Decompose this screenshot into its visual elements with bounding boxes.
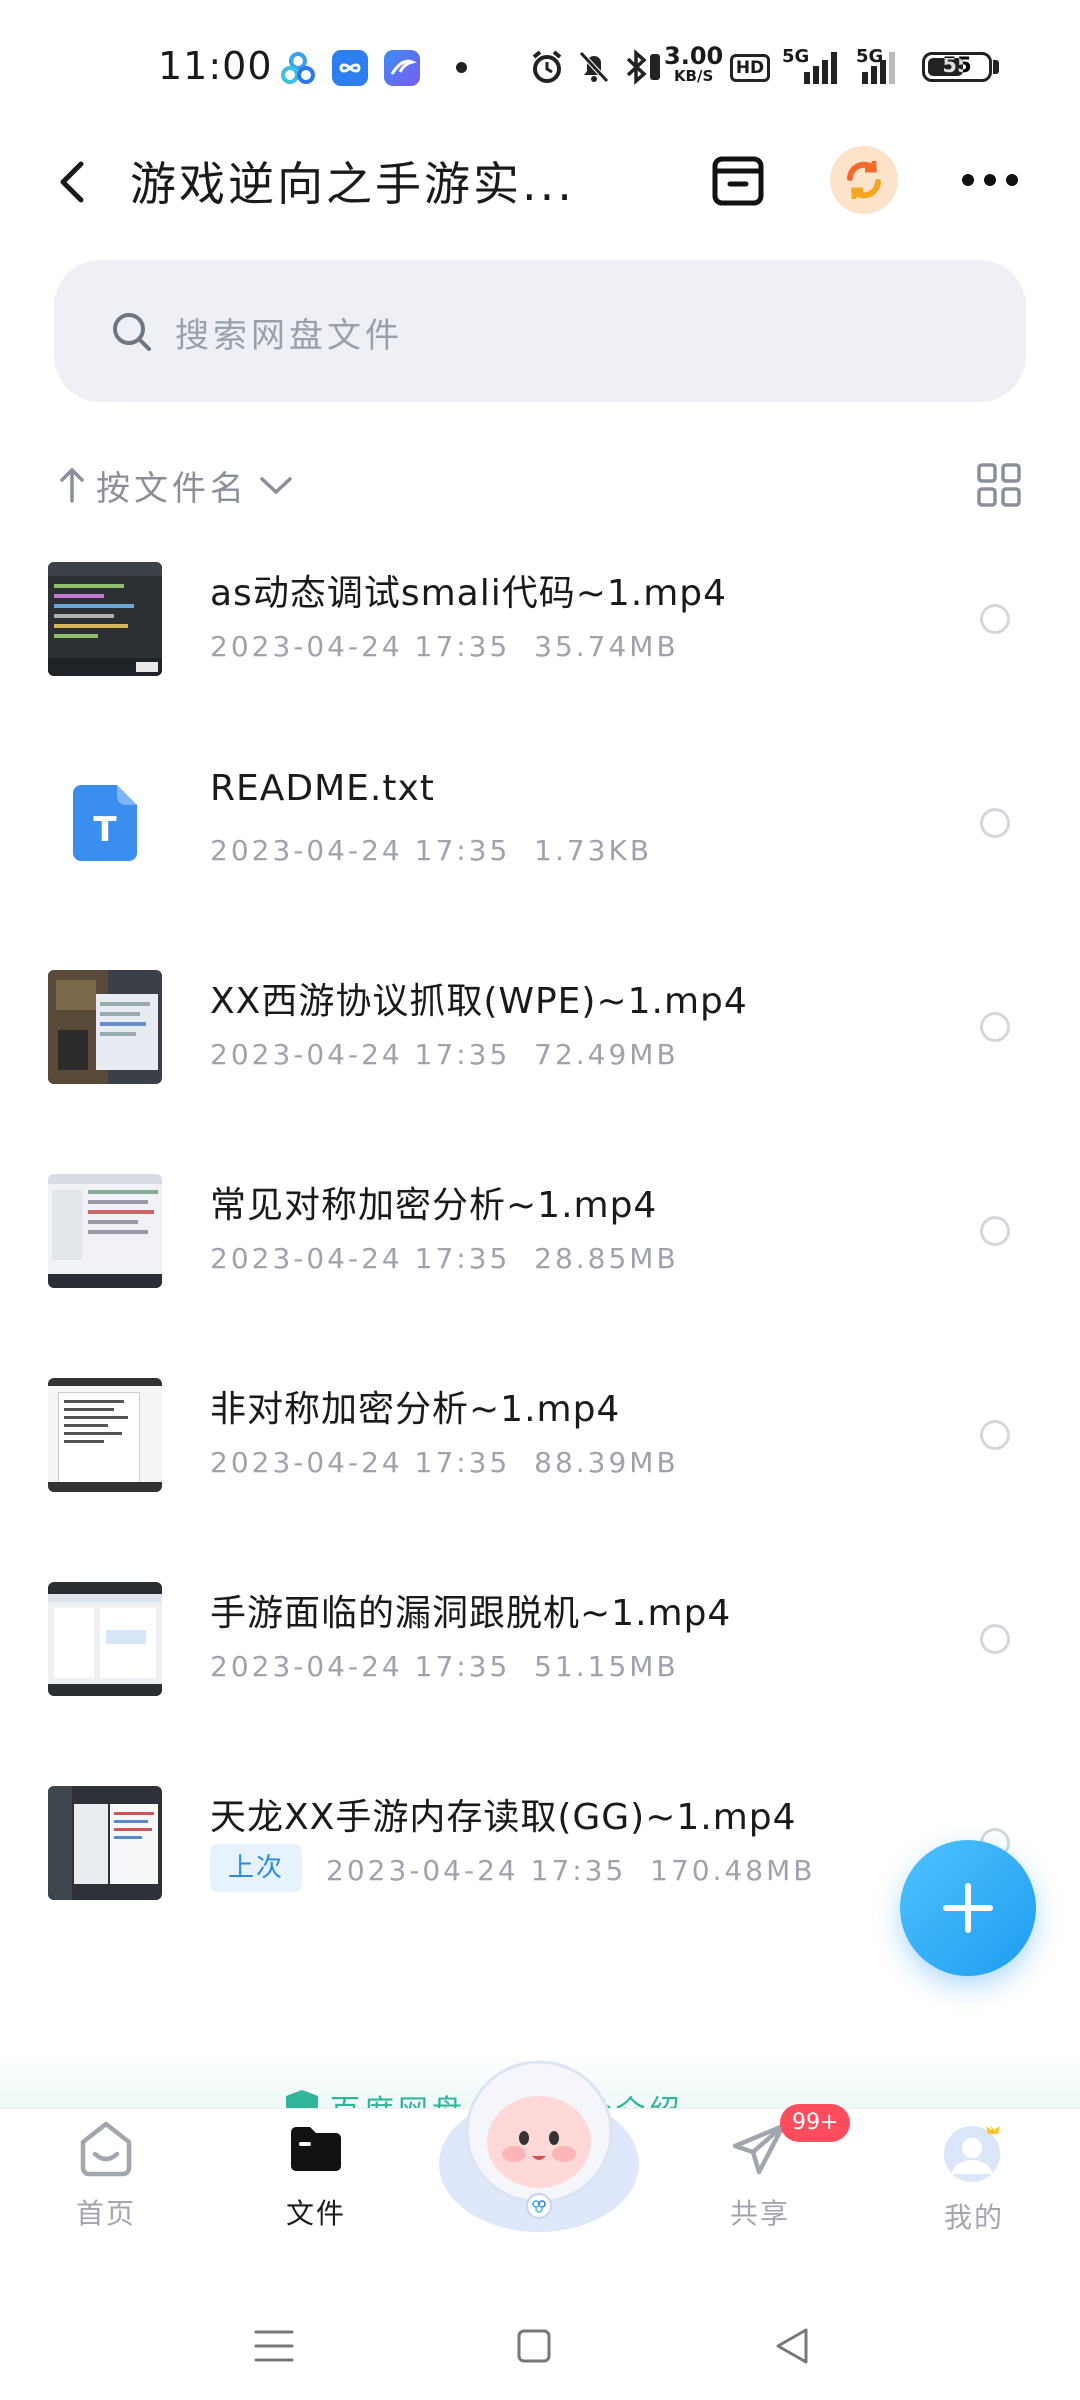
add-button[interactable] — [900, 1840, 1036, 1976]
sync-icon — [830, 146, 898, 214]
video-thumbnail — [48, 1174, 162, 1288]
baidu-app-icon — [280, 50, 316, 86]
nav-files-label: 文件 — [285, 2197, 346, 2230]
sort-label: 按文件名 — [96, 468, 248, 509]
select-checkbox[interactable] — [980, 1216, 1010, 1246]
file-name: 手游面临的漏洞跟脱机~1.mp4 — [210, 1593, 732, 1634]
sort-arrow-up-icon — [60, 467, 84, 503]
hd-voice-icon: HD — [730, 54, 770, 82]
net-speed: 3.00 KB/S — [664, 42, 724, 85]
sort-selector[interactable]: 按文件名 — [58, 460, 294, 510]
file-meta: 2023-04-24 17:35 28.85MB — [210, 1242, 679, 1275]
mascot-center-button[interactable] — [432, 2046, 646, 2238]
nav-share-label: 共享 — [729, 2197, 790, 2230]
select-checkbox[interactable] — [980, 1420, 1010, 1450]
video-thumbnail — [48, 1786, 162, 1900]
triangle-back-icon — [776, 2328, 808, 2364]
file-name: XX西游协议抓取(WPE)~1.mp4 — [210, 981, 748, 1022]
more-button[interactable] — [956, 146, 1024, 214]
battery-tip — [993, 60, 999, 74]
share-badge: 99+ — [780, 2104, 851, 2142]
grid-view-button[interactable] — [976, 462, 1022, 512]
search-placeholder: 搜索网盘文件 — [175, 316, 403, 356]
chevron-down-icon — [260, 477, 292, 495]
nav-home-label: 首页 — [75, 2197, 136, 2230]
sync-button[interactable] — [830, 146, 898, 214]
feather-app-icon — [384, 50, 420, 86]
alarm-icon — [528, 48, 566, 90]
txt-file-icon: T — [48, 766, 162, 880]
more-icon — [962, 174, 1018, 186]
file-row[interactable]: as动态调试smali代码~1.mp4 2023-04-24 17:35 35.… — [0, 520, 1080, 724]
home-nav-button[interactable] — [516, 2328, 552, 2368]
status-time: 11:00 — [158, 44, 273, 88]
file-name: 非对称加密分析~1.mp4 — [210, 1389, 621, 1430]
square-icon — [517, 2329, 551, 2363]
last-played-tag: 上次 — [210, 1844, 303, 1892]
nav-files[interactable]: 文件 — [246, 2118, 386, 2232]
file-meta: 2023-04-24 17:35 170.48MB — [326, 1854, 816, 1887]
file-name: 常见对称加密分析~1.mp4 — [210, 1185, 658, 1226]
search-icon — [110, 310, 154, 358]
inbox-button[interactable] — [704, 146, 772, 214]
avatar-icon — [944, 2124, 1000, 2182]
nav-home[interactable]: 首页 — [36, 2118, 176, 2232]
file-meta: 2023-04-24 17:35 51.15MB — [210, 1650, 679, 1683]
video-thumbnail — [48, 1378, 162, 1492]
file-row[interactable]: 手游面临的漏洞跟脱机~1.mp4 2023-04-24 17:35 51.15M… — [0, 1540, 1080, 1744]
select-checkbox[interactable] — [980, 1012, 1010, 1042]
system-nav-bar — [0, 2290, 1080, 2400]
home-icon — [80, 2121, 132, 2177]
mute-bell-icon — [576, 48, 612, 90]
video-thumbnail — [48, 970, 162, 1084]
file-row[interactable]: T README.txt 2023-04-24 17:35 1.73KB — [0, 724, 1080, 928]
file-meta: 2023-04-24 17:35 35.74MB — [210, 630, 679, 663]
back-button[interactable] — [50, 150, 94, 214]
svg-text:T: T — [93, 810, 117, 850]
signal-5g-2-icon: 5G — [856, 46, 916, 86]
select-checkbox[interactable] — [980, 604, 1010, 634]
nav-profile-label: 我的 — [943, 2201, 1004, 2234]
file-row[interactable]: XX西游协议抓取(WPE)~1.mp4 2023-04-24 17:35 72.… — [0, 928, 1080, 1132]
status-bar: 11:00 3.00 KB/S HD 5G 5G 55 — [0, 0, 1080, 130]
file-meta: 2023-04-24 17:35 88.39MB — [210, 1446, 679, 1479]
back-nav-button[interactable] — [774, 2326, 810, 2370]
file-row[interactable]: 非对称加密分析~1.mp4 2023-04-24 17:35 88.39MB — [0, 1336, 1080, 1540]
file-name: as动态调试smali代码~1.mp4 — [210, 573, 728, 614]
nav-profile[interactable]: 我的 — [904, 2118, 1044, 2236]
file-row[interactable]: 常见对称加密分析~1.mp4 2023-04-24 17:35 28.85MB — [0, 1132, 1080, 1336]
file-name: README.txt — [210, 768, 435, 809]
file-meta: 2023-04-24 17:35 72.49MB — [210, 1038, 679, 1071]
recent-apps-button[interactable] — [254, 2328, 294, 2368]
crown-icon — [986, 2124, 1000, 2134]
infinity-app-icon — [332, 50, 368, 86]
video-thumbnail — [48, 1582, 162, 1696]
file-name: 天龙XX手游内存读取(GG)~1.mp4 — [210, 1797, 797, 1838]
video-thumbnail — [48, 562, 162, 676]
grid-view-icon — [977, 463, 1021, 507]
menu-icon — [254, 2330, 294, 2362]
plus-icon — [943, 1883, 993, 1933]
vibrate-icon — [648, 52, 662, 86]
file-meta: 2023-04-24 17:35 1.73KB — [210, 834, 653, 867]
page-title: 游戏逆向之手游实... — [130, 157, 575, 211]
select-checkbox[interactable] — [980, 808, 1010, 838]
folder-icon — [291, 2127, 341, 2171]
back-icon — [60, 161, 84, 203]
signal-5g-1-icon: 5G — [782, 46, 846, 86]
battery-indicator: 55 — [922, 52, 992, 82]
select-checkbox[interactable] — [980, 1624, 1010, 1654]
inbox-icon — [712, 156, 764, 206]
notification-dot-icon — [456, 62, 467, 73]
